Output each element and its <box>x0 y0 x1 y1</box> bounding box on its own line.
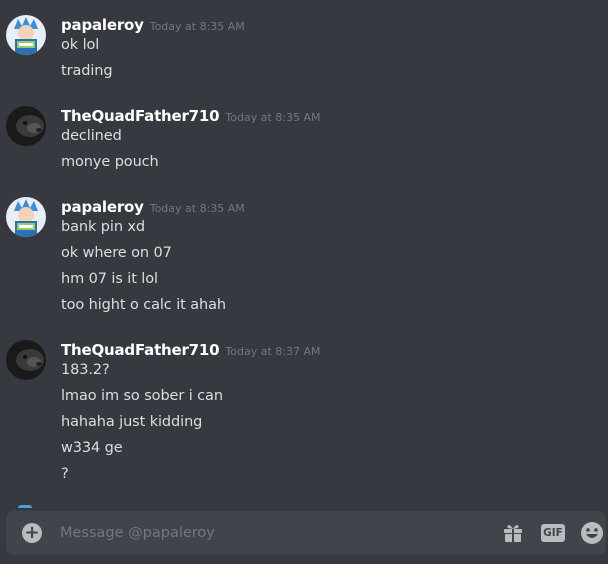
avatar-image <box>6 340 46 380</box>
message-text: declined <box>61 128 122 144</box>
message-text: hahaha just kidding <box>61 414 203 430</box>
username[interactable]: papaleroy <box>61 16 144 34</box>
avatar-image <box>6 15 46 55</box>
message-header: papaleroy Today at 8:35 AM <box>61 197 245 219</box>
avatar-papaleroy[interactable] <box>6 197 46 237</box>
timestamp: Today at 8:37 AM <box>225 345 321 358</box>
gif-icon[interactable]: GIF <box>541 524 565 542</box>
smiley-face-icon[interactable] <box>580 521 604 545</box>
username[interactable]: TheQuadFather710 <box>61 107 220 125</box>
avatar-image <box>6 197 46 237</box>
message-header: TheQuadFather710 Today at 8:37 AM <box>61 340 320 362</box>
message-text: bank pin xd <box>61 219 146 235</box>
chat-window: papaleroy Today at 8:35 AM ok lol trading… <box>0 0 608 564</box>
message-list: papaleroy Today at 8:35 AM ok lol trading… <box>0 0 608 508</box>
avatar-image <box>6 106 46 146</box>
message-text: monye pouch <box>61 154 159 170</box>
message-text: hm 07 is it lol <box>61 271 158 287</box>
message-composer: + GIF <box>6 511 606 555</box>
message-text: ok lol <box>61 37 100 53</box>
timestamp: Today at 8:35 AM <box>149 202 245 215</box>
avatar-thequadfather710[interactable] <box>6 340 46 380</box>
message-group: papaleroy Today at 8:35 AM bank pin xd ok… <box>0 197 608 317</box>
message-text: too hight o calc it ahah <box>61 297 226 313</box>
message-text: 183.2? <box>61 362 110 378</box>
gift-icon[interactable] <box>502 522 524 544</box>
message-text: w334 ge <box>61 440 123 456</box>
avatar-thequadfather710[interactable] <box>6 106 46 146</box>
message-group: papaleroy Today at 8:35 AM ok lol trading <box>0 15 608 85</box>
username[interactable]: TheQuadFather710 <box>61 341 220 359</box>
avatar-papaleroy[interactable] <box>6 15 46 55</box>
message-text: ? <box>61 466 69 482</box>
timestamp: Today at 8:35 AM <box>225 111 321 124</box>
message-text: trading <box>61 63 113 79</box>
next-avatar-peek <box>18 505 32 508</box>
timestamp: Today at 8:35 AM <box>149 20 245 33</box>
message-text: ok where on 07 <box>61 245 172 261</box>
message-input[interactable] <box>54 519 486 547</box>
message-group: TheQuadFather710 Today at 8:37 AM 183.2? … <box>0 340 608 490</box>
message-text: lmao im so sober i can <box>61 388 223 404</box>
plus-circle-icon[interactable]: + <box>22 523 42 543</box>
message-header: TheQuadFather710 Today at 8:35 AM <box>61 106 320 128</box>
message-group: TheQuadFather710 Today at 8:35 AM decline… <box>0 106 608 176</box>
message-header: papaleroy Today at 8:35 AM <box>61 15 245 37</box>
username[interactable]: papaleroy <box>61 198 144 216</box>
